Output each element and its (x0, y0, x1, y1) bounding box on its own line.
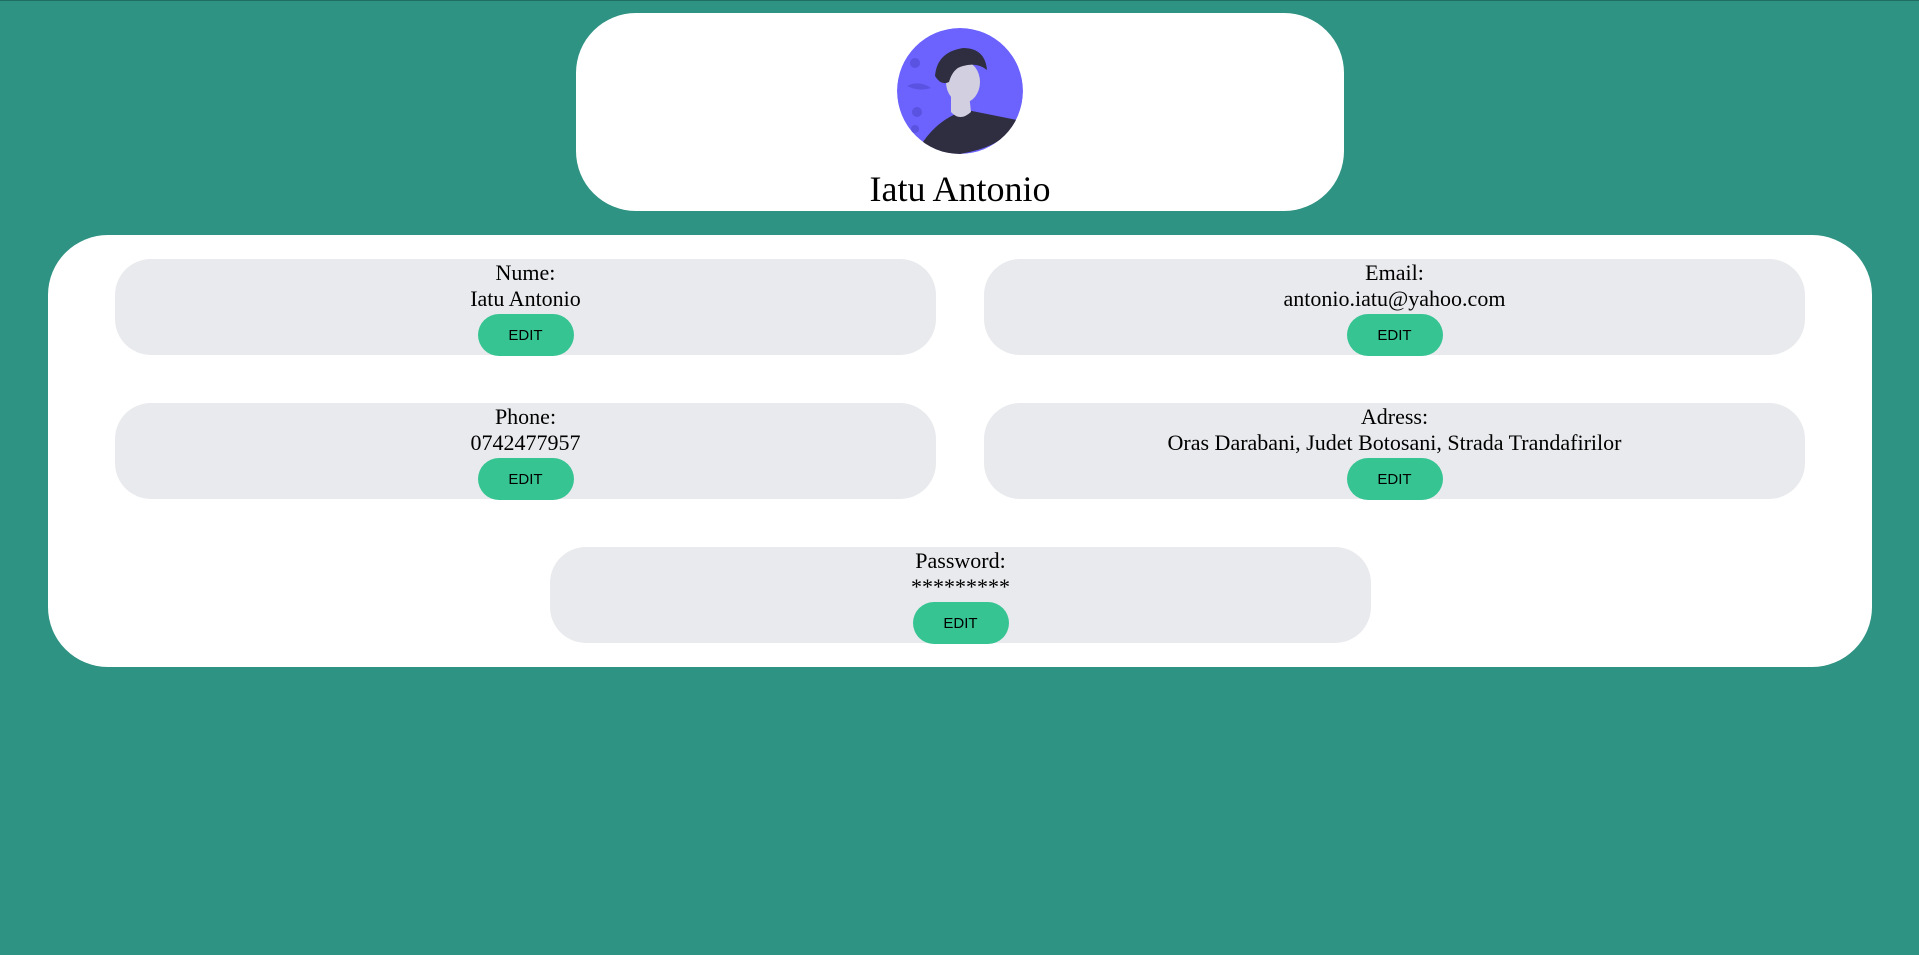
address-label: Adress: (1360, 404, 1429, 429)
user-avatar-icon (897, 28, 1023, 154)
email-label: Email: (1365, 260, 1424, 285)
edit-email-button[interactable]: EDIT (1346, 314, 1443, 356)
password-field-card: Password: ********* EDIT (550, 547, 1371, 644)
address-value: Oras Darabani, Judet Botosani, Strada Tr… (1167, 430, 1622, 455)
profile-header-card: Iatu Antonio (576, 13, 1344, 211)
profile-info-panel: Nume: Iatu Antonio EDIT Email: antonio.i… (48, 235, 1872, 667)
phone-value: 0742477957 (470, 430, 581, 455)
top-border (0, 0, 1919, 1)
address-field-card: Adress: Oras Darabani, Judet Botosani, S… (984, 403, 1805, 500)
name-field-card: Nume: Iatu Antonio EDIT (115, 259, 936, 356)
email-value: antonio.iatu@yahoo.com (1283, 286, 1506, 311)
edit-password-button[interactable]: EDIT (912, 602, 1009, 644)
name-label: Nume: (495, 260, 556, 285)
name-value: Iatu Antonio (470, 286, 581, 311)
password-value: ********* (911, 574, 1010, 599)
edit-name-button[interactable]: EDIT (477, 314, 574, 356)
email-field-card: Email: antonio.iatu@yahoo.com EDIT (984, 259, 1805, 356)
password-label: Password: (915, 548, 1006, 573)
user-name: Iatu Antonio (869, 169, 1051, 209)
phone-field-card: Phone: 0742477957 EDIT (115, 403, 936, 500)
edit-address-button[interactable]: EDIT (1346, 458, 1443, 500)
phone-label: Phone: (494, 404, 557, 429)
edit-phone-button[interactable]: EDIT (477, 458, 574, 500)
